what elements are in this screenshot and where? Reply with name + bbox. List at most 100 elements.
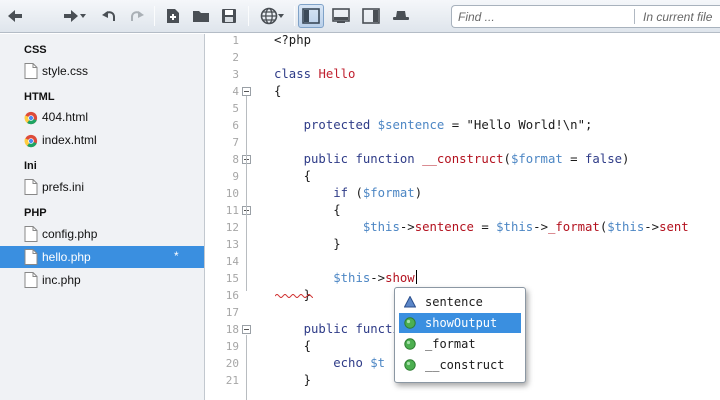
autocomplete-item-sentence[interactable]: sentence [399,292,521,312]
group-header-ini: Ini [24,160,37,172]
method-icon [404,359,416,371]
line-number: 12 [225,221,239,234]
line-number: 13 [225,238,239,251]
fold-toggle[interactable] [242,87,251,96]
toolbar-separator [248,6,249,26]
line-number: 11 [225,204,239,217]
new-file-button[interactable] [162,4,184,28]
back-arrow-icon [8,10,22,22]
file-name: index.html [42,133,97,147]
line-number: 8 [232,153,239,166]
autocomplete-item-showoutput[interactable]: showOutput [399,313,521,333]
autocomplete-label: __construct [425,358,505,372]
code-line[interactable]: { [274,168,311,185]
line-number: 19 [225,340,239,353]
undo-button[interactable] [98,4,120,28]
forward-button[interactable] [58,4,90,28]
code-line[interactable]: { [274,338,311,355]
line-number: 18 [225,323,239,336]
line-number: 1 [232,34,239,47]
fold-toggle[interactable] [242,325,251,334]
redo-button[interactable] [126,4,148,28]
autocomplete-label: sentence [425,295,483,309]
line-number: 14 [225,255,239,268]
line-number: 15 [225,272,239,285]
fold-guide [246,335,247,400]
line-number: 20 [225,357,239,370]
save-button[interactable] [218,4,240,28]
method-icon [404,317,416,329]
sidebar-layout-icon [302,8,320,24]
line-number: 9 [232,170,239,183]
code-line[interactable]: } [274,236,340,253]
toolbar-separator [294,6,295,26]
toolbar-separator [154,6,155,26]
code-line[interactable]: echo $t [274,355,385,372]
toggle-bottom-panel-button[interactable] [328,4,354,28]
code-line[interactable]: class Hello [274,66,355,83]
document-icon [24,63,38,79]
back-button[interactable] [4,4,26,28]
code-line[interactable]: { [274,202,340,219]
code-line[interactable]: <?php [274,34,311,49]
method-icon [404,338,416,350]
fold-guide [246,96,247,291]
find-divider [634,9,635,24]
code-line[interactable]: public function __construct($format = fa… [274,151,630,168]
hat-icon [393,11,409,20]
code-line[interactable]: protected $sentence = "Hello World!\n"; [274,117,593,134]
code-line[interactable]: if ($format) [274,185,422,202]
globe-icon [260,7,278,25]
search-scope-label[interactable]: In current file [643,10,712,24]
code-line[interactable]: } [274,372,311,389]
chevron-down-icon [278,14,284,18]
save-icon [222,9,236,23]
property-icon [404,296,416,308]
find-box: In current file [451,5,720,28]
toggle-sidebar-button[interactable] [298,4,324,28]
autocomplete-popup: sentence showOutput _format __construct [394,287,526,383]
main-toolbar: In current file [0,0,720,33]
file-name: inc.php [42,273,81,287]
right-panel-icon [362,8,380,24]
hat-button[interactable] [388,4,414,28]
forward-arrow-icon [64,10,78,22]
file-item-404-html[interactable]: 404.html [18,106,204,128]
find-input[interactable] [458,8,626,25]
line-number: 2 [232,51,239,64]
browser-preview-button[interactable] [256,4,288,28]
autocomplete-item-format[interactable]: _format [399,334,521,354]
file-item-prefs-ini[interactable]: prefs.ini [18,176,204,198]
line-number: 6 [232,119,239,132]
line-number: 17 [225,306,239,319]
folder-icon [193,11,209,22]
code-line[interactable]: $this->sentence = $this->_format($this->… [274,219,689,236]
error-squiggle [275,294,313,298]
line-number: 5 [232,102,239,115]
file-item-style-css[interactable]: style.css [18,60,204,82]
document-icon [24,179,38,195]
file-name: 404.html [42,110,89,124]
open-folder-button[interactable] [190,4,212,28]
file-item-inc-php[interactable]: inc.php [18,269,204,291]
code-line[interactable]: $this->show [274,270,417,287]
file-item-hello-php[interactable]: hello.php * [18,246,204,268]
code-line[interactable]: { [274,83,281,100]
autocomplete-label: showOutput [425,316,498,330]
line-number: 7 [232,136,239,149]
bottom-panel-icon [332,8,350,23]
line-number: 21 [225,374,239,387]
line-number: 16 [225,289,239,302]
group-header-php: PHP [24,207,47,219]
file-item-config-php[interactable]: config.php [18,223,204,245]
autocomplete-label: _format [425,337,476,351]
autocomplete-item-construct[interactable]: __construct [399,355,521,375]
group-header-css: CSS [24,44,47,56]
file-item-index-html[interactable]: index.html [18,129,204,151]
undo-icon [102,11,115,21]
toggle-right-panel-button[interactable] [358,4,384,28]
line-number: 4 [232,85,239,98]
document-icon [24,272,38,288]
line-number: 3 [232,68,239,81]
chrome-icon [24,111,38,125]
